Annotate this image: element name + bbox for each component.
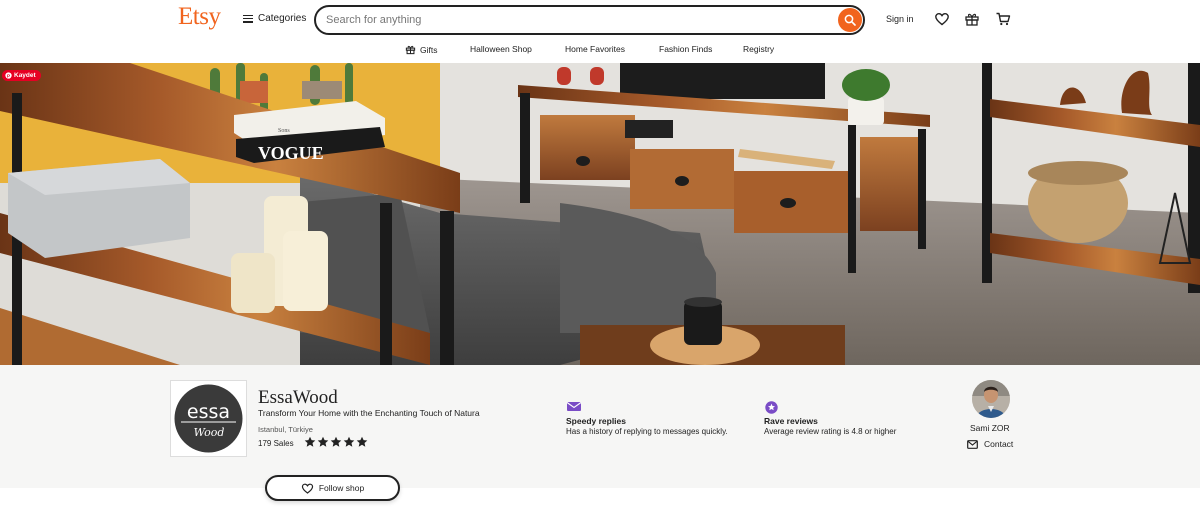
categories-button[interactable]: Categories: [243, 13, 306, 24]
heart-icon: [301, 483, 313, 494]
gift-icon[interactable]: [964, 11, 980, 27]
speedy-replies-title: Speedy replies: [566, 416, 627, 426]
shop-location: Istanbul, Türkiye: [258, 425, 313, 434]
header: Etsy Categories Sign in: [0, 0, 1200, 40]
search-input[interactable]: [326, 12, 826, 28]
search-bar: [314, 5, 865, 35]
nav-gifts[interactable]: Gifts: [405, 44, 437, 55]
speedy-replies-icon: [566, 402, 582, 411]
shop-tagline: Transform Your Home with the Enchanting …: [258, 408, 480, 418]
speedy-replies-description: Has a history of replying to messages qu…: [566, 427, 728, 436]
star-icon: [343, 436, 355, 447]
star-rating[interactable]: [304, 436, 368, 448]
cart-icon[interactable]: [995, 11, 1011, 27]
rave-reviews-icon: [765, 401, 778, 414]
nav-registry[interactable]: Registry: [743, 44, 774, 54]
nav-home-favorites[interactable]: Home Favorites: [565, 44, 625, 54]
categories-label: Categories: [258, 13, 307, 24]
vogue-book-text: VOGUE: [258, 143, 324, 163]
sales-count[interactable]: 179 Sales: [258, 439, 294, 448]
star-icon: [356, 436, 368, 447]
etsy-logo[interactable]: Etsy: [178, 3, 221, 31]
follow-shop-label: Follow shop: [318, 483, 365, 493]
book-spine-text: Sons: [278, 128, 290, 134]
sign-in-link[interactable]: Sign in: [886, 14, 914, 24]
rave-reviews-title: Rave reviews: [764, 416, 818, 426]
shop-logo: essa Wood: [174, 384, 243, 453]
nav-gifts-label: Gifts: [420, 44, 438, 55]
contact-label: Contact: [984, 439, 1014, 449]
star-icon: [317, 436, 329, 447]
sub-navigation: Gifts Halloween Shop Home Favorites Fash…: [0, 40, 1200, 62]
shop-logo-sub-text: Wood: [194, 426, 225, 439]
shop-name: EssaWood: [258, 387, 338, 408]
shop-logo-main-text: essa: [187, 401, 230, 423]
rave-reviews-description: Average review rating is 4.8 or higher: [764, 427, 897, 436]
pinterest-save-label: Kaydet: [14, 72, 36, 79]
star-icon: [304, 436, 316, 447]
pinterest-save-button[interactable]: P Kaydet: [2, 70, 41, 81]
living-room-photo: VOGUE Sons: [0, 63, 1200, 365]
shop-info-section: essa Wood EssaWood Transform Your Home w…: [0, 365, 1200, 488]
owner-avatar[interactable]: [972, 380, 1010, 418]
contact-owner-button[interactable]: Contact: [967, 439, 1013, 449]
owner-name: Sami ZOR: [970, 423, 1010, 433]
menu-icon: [243, 14, 253, 23]
mail-icon: [967, 439, 978, 449]
search-icon: [844, 14, 856, 26]
star-icon: [330, 436, 342, 447]
nav-halloween-shop[interactable]: Halloween Shop: [470, 44, 532, 54]
shop-avatar: essa Wood: [170, 380, 247, 457]
pinterest-icon: P: [5, 72, 12, 79]
heart-icon[interactable]: [934, 11, 950, 27]
search-button[interactable]: [838, 8, 862, 32]
gift-icon: [405, 45, 416, 55]
nav-fashion-finds[interactable]: Fashion Finds: [659, 44, 712, 54]
follow-shop-button[interactable]: Follow shop: [265, 475, 400, 501]
owner-photo: [972, 380, 1010, 418]
shop-banner-image: P Kaydet VOGUE Sons: [0, 63, 1200, 365]
